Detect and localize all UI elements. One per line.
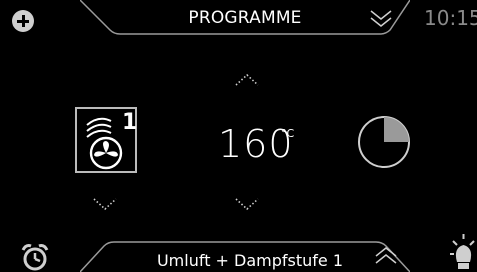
clock-time: 10:15	[424, 6, 477, 30]
mode-label[interactable]: Umluft + Dampfstufe 1	[140, 251, 360, 270]
timer-pie-icon[interactable]	[356, 114, 412, 170]
temp-up-chevron-icon[interactable]	[233, 72, 261, 88]
lamp-icon[interactable]	[450, 232, 477, 272]
chevron-down-icon[interactable]	[367, 7, 395, 31]
chevron-up-icon[interactable]	[372, 244, 400, 266]
fan-level-badge: 1	[122, 110, 138, 135]
temp-down-chevron-icon[interactable]	[233, 196, 261, 212]
fan-down-chevron-icon[interactable]	[91, 196, 119, 212]
add-button[interactable]	[12, 10, 34, 32]
page-title: PROGRAMME	[188, 8, 302, 28]
temperature-unit: °C	[281, 127, 295, 140]
alarm-clock-icon[interactable]	[20, 242, 50, 272]
